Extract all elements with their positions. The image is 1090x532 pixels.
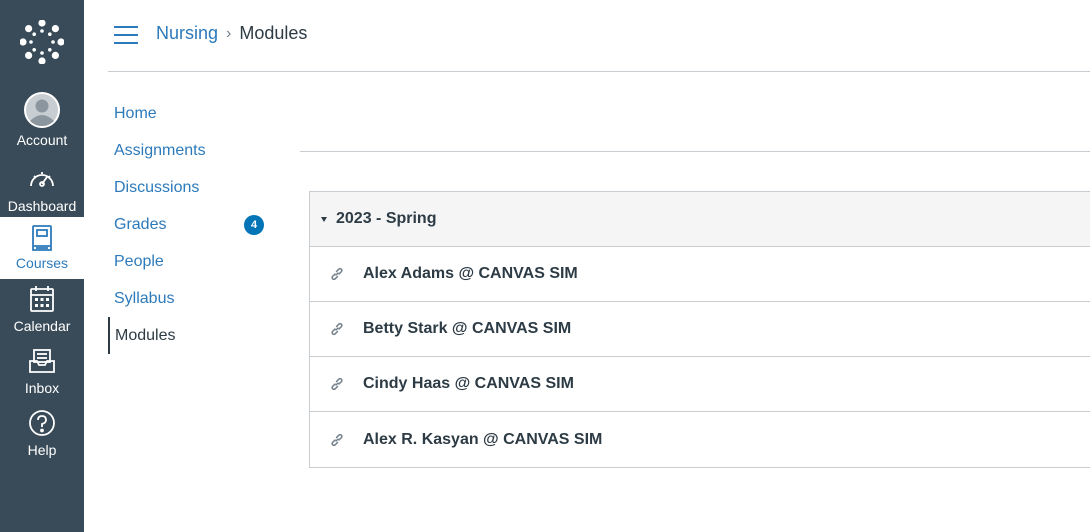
- course-nav-syllabus[interactable]: Syllabus: [108, 280, 278, 317]
- help-icon: [27, 408, 57, 438]
- nav-inbox[interactable]: Inbox: [0, 346, 84, 396]
- course-nav-syllabus-label: Syllabus: [114, 289, 175, 307]
- nav-dashboard-label: Dashboard: [7, 198, 77, 214]
- nav-courses-label: Courses: [15, 255, 69, 271]
- dashboard-gauge-icon: [27, 164, 57, 194]
- nav-calendar[interactable]: Calendar: [0, 284, 84, 334]
- module-item-title[interactable]: Cindy Haas @ CANVAS SIM: [363, 375, 574, 393]
- module-panel: 2023 - Spring Alex Adams @ CANVAS SIM Be…: [309, 191, 1090, 468]
- nav-courses[interactable]: Courses: [0, 217, 84, 279]
- course-nav-people-label: People: [114, 252, 164, 270]
- module-item[interactable]: Alex Adams @ CANVAS SIM: [310, 247, 1090, 302]
- grades-count-badge: 4: [244, 215, 264, 235]
- canvas-logo-icon[interactable]: [20, 20, 64, 64]
- courses-book-icon: [27, 223, 57, 253]
- module-item-title[interactable]: Alex Adams @ CANVAS SIM: [363, 265, 578, 283]
- course-nav-grades-label: Grades: [114, 215, 167, 233]
- nav-calendar-label: Calendar: [13, 318, 71, 334]
- hamburger-icon[interactable]: [114, 26, 138, 46]
- external-link-icon: [328, 375, 346, 393]
- course-nav-modules[interactable]: Modules: [108, 317, 278, 354]
- module-header[interactable]: 2023 - Spring: [310, 192, 1090, 247]
- nav-dashboard[interactable]: Dashboard: [0, 164, 84, 214]
- course-nav-home[interactable]: Home: [108, 95, 278, 132]
- course-nav-grades[interactable]: Grades 4: [108, 206, 278, 243]
- page-header: Nursing › Modules: [108, 0, 1090, 72]
- module-item[interactable]: Betty Stark @ CANVAS SIM: [310, 302, 1090, 357]
- breadcrumb: Nursing › Modules: [156, 23, 307, 44]
- course-nav-modules-label: Modules: [115, 326, 176, 344]
- nav-inbox-label: Inbox: [24, 380, 60, 396]
- course-nav-people[interactable]: People: [108, 243, 278, 280]
- nav-help[interactable]: Help: [0, 408, 84, 458]
- content-divider: [300, 151, 1090, 152]
- external-link-icon: [328, 265, 346, 283]
- global-nav: Account Dashboard Courses Calendar Inbox…: [0, 0, 84, 532]
- module-item[interactable]: Cindy Haas @ CANVAS SIM: [310, 357, 1090, 412]
- course-nav: Home Assignments Discussions Grades 4 Pe…: [108, 95, 278, 354]
- module-item[interactable]: Alex R. Kasyan @ CANVAS SIM: [310, 412, 1090, 467]
- calendar-icon: [27, 284, 57, 314]
- module-item-title[interactable]: Alex R. Kasyan @ CANVAS SIM: [363, 431, 602, 449]
- course-nav-discussions[interactable]: Discussions: [108, 169, 278, 206]
- breadcrumb-course-link[interactable]: Nursing: [156, 23, 218, 44]
- course-nav-discussions-label: Discussions: [114, 178, 200, 196]
- nav-account-label: Account: [16, 132, 68, 148]
- account-avatar-icon: [24, 92, 60, 128]
- inbox-icon: [27, 346, 57, 376]
- breadcrumb-current: Modules: [239, 23, 308, 43]
- course-nav-home-label: Home: [114, 104, 157, 122]
- module-title: 2023 - Spring: [336, 210, 437, 227]
- course-nav-assignments[interactable]: Assignments: [108, 132, 278, 169]
- breadcrumb-separator: ›: [226, 24, 232, 42]
- external-link-icon: [328, 320, 346, 338]
- module-item-title[interactable]: Betty Stark @ CANVAS SIM: [363, 320, 571, 338]
- caret-down-icon[interactable]: [321, 216, 327, 222]
- external-link-icon: [328, 431, 346, 449]
- nav-account[interactable]: Account: [0, 92, 84, 148]
- nav-help-label: Help: [27, 442, 57, 458]
- course-nav-assignments-label: Assignments: [114, 141, 206, 159]
